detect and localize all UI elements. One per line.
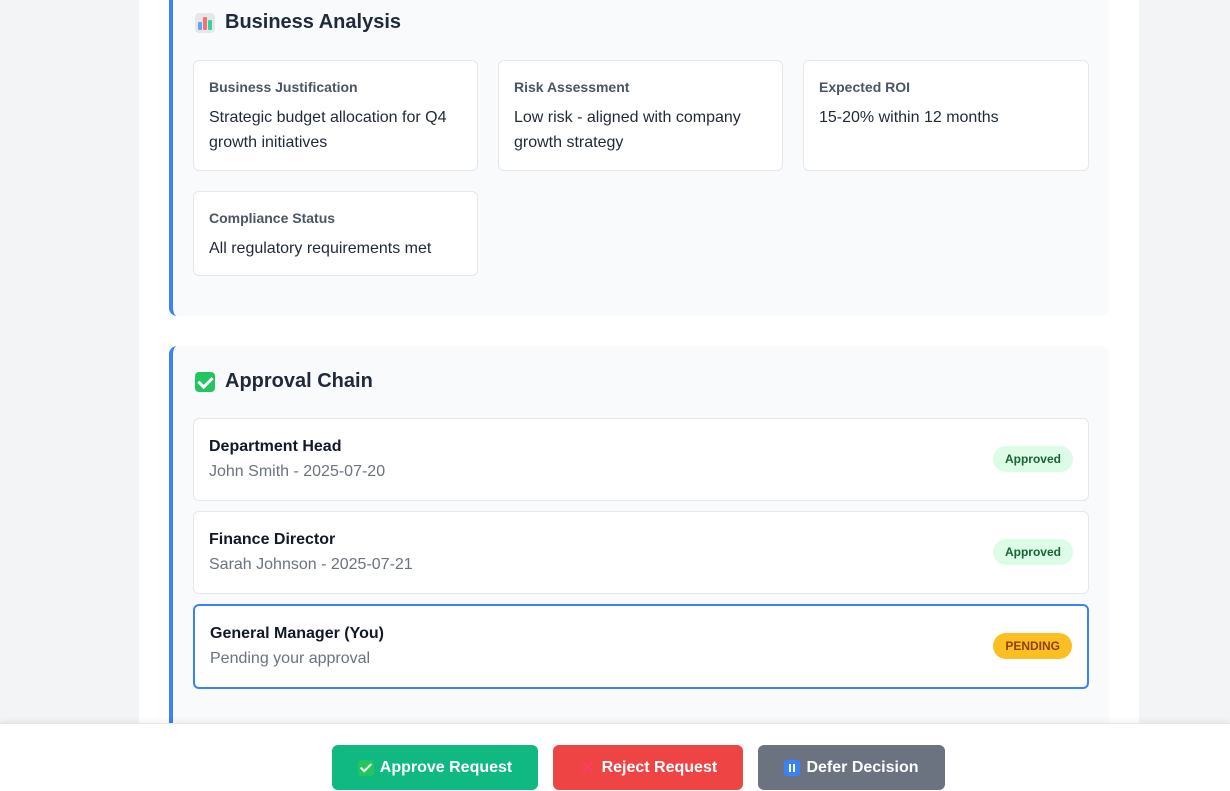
- approval-step-general-manager: General Manager (You) Pending your appro…: [193, 604, 1089, 689]
- approver-role: General Manager (You): [210, 625, 384, 642]
- card-label: Compliance Status: [209, 210, 336, 226]
- status-badge: Approved: [992, 539, 1073, 565]
- reject-request-button[interactable]: ✕ Reject Request: [553, 745, 743, 790]
- approver-detail: Pending your approval: [210, 650, 371, 667]
- cross-icon: ✕: [578, 756, 596, 779]
- approval-step-department-head: Department Head John Smith - 2025-07-20 …: [193, 418, 1089, 501]
- card-label: Expected ROI: [819, 79, 911, 95]
- card-value: Strategic budget allocation for Q4 growt…: [209, 109, 447, 151]
- defer-decision-button[interactable]: Defer Decision: [758, 745, 945, 790]
- business-analysis-title: Business Analysis: [225, 11, 402, 33]
- check-box-icon: [195, 371, 215, 392]
- expected-roi-card: Expected ROI 15-20% within 12 months: [803, 60, 1089, 171]
- defer-button-label: Defer Decision: [806, 758, 919, 776]
- card-value: Low risk - aligned with company growth s…: [514, 109, 741, 151]
- bar-chart-icon: [195, 12, 215, 33]
- approver-role: Department Head: [209, 438, 342, 455]
- approval-chain-header: Approval Chain: [195, 370, 373, 393]
- approve-request-button[interactable]: Approve Request: [332, 745, 538, 790]
- risk-assessment-card: Risk Assessment Low risk - aligned with …: [498, 60, 783, 171]
- status-badge: Approved: [992, 446, 1073, 472]
- approve-button-label: Approve Request: [379, 758, 513, 776]
- approver-role: Finance Director: [209, 531, 336, 548]
- approval-chain-section: Approval Chain Department Head John Smit…: [169, 346, 1109, 746]
- business-analysis-section: Business Analysis Business Justification…: [169, 0, 1109, 316]
- reject-button-label: Reject Request: [601, 758, 718, 776]
- approval-step-finance-director: Finance Director Sarah Johnson - 2025-07…: [193, 511, 1089, 594]
- compliance-status-card: Compliance Status All regulatory require…: [193, 191, 478, 276]
- card-label: Business Justification: [209, 79, 358, 95]
- approver-detail: John Smith - 2025-07-20: [209, 463, 386, 480]
- card-label: Risk Assessment: [514, 79, 630, 95]
- approver-detail: Sarah Johnson - 2025-07-21: [209, 556, 413, 573]
- business-analysis-header: Business Analysis: [195, 11, 401, 34]
- pause-icon: [784, 759, 801, 776]
- card-value: All regulatory requirements met: [209, 240, 432, 257]
- check-icon: [357, 759, 374, 776]
- action-bar: Approve Request ✕ Reject Request Defer D…: [0, 723, 1230, 791]
- approval-chain-title: Approval Chain: [225, 370, 373, 392]
- card-value: 15-20% within 12 months: [819, 109, 999, 126]
- status-badge: PENDING: [993, 633, 1072, 659]
- business-justification-card: Business Justification Strategic budget …: [193, 60, 478, 171]
